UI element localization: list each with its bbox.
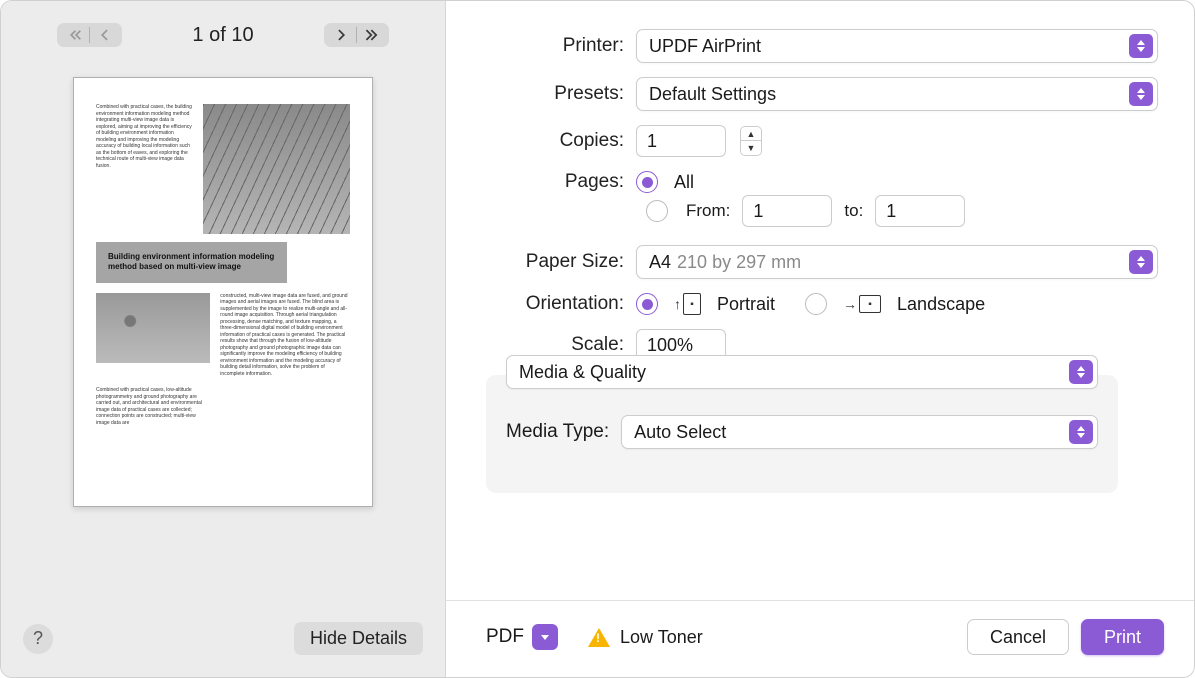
print-dialog: 1 of 10 Combined with practical cases, t… <box>0 0 1195 678</box>
dialog-footer: PDF Low Toner Cancel Print <box>446 600 1194 677</box>
landscape-icon: →▪ <box>843 295 881 313</box>
presets-select[interactable]: Default Settings <box>636 77 1158 111</box>
thumbnail-image-1 <box>203 104 350 234</box>
pages-all-label: All <box>674 172 694 193</box>
prev-page-group[interactable] <box>57 23 122 47</box>
thumbnail-title: Building environment information modelin… <box>96 242 287 283</box>
last-page-icon <box>363 28 381 42</box>
paper-size-select[interactable]: A4 210 by 297 mm <box>636 245 1158 279</box>
printer-select[interactable]: UPDF AirPrint <box>636 29 1158 63</box>
preview-panel: 1 of 10 Combined with practical cases, t… <box>1 1 446 677</box>
paper-size-dimensions: 210 by 297 mm <box>677 252 801 273</box>
hide-details-button[interactable]: Hide Details <box>294 622 423 655</box>
presets-value: Default Settings <box>649 84 776 105</box>
prev-page-icon <box>96 28 114 42</box>
copies-stepper[interactable]: ▲ ▼ <box>740 126 762 156</box>
stepper-up-icon: ▲ <box>741 127 761 141</box>
media-quality-panel: Media & Quality Media Type: Auto Select <box>486 375 1118 493</box>
pages-to-label: to: <box>844 201 863 221</box>
print-button[interactable]: Print <box>1081 619 1164 655</box>
chevron-updown-icon <box>1069 420 1093 444</box>
help-button[interactable]: ? <box>23 624 53 654</box>
pdf-menu-button[interactable]: PDF <box>486 624 558 650</box>
pages-from-input[interactable]: 1 <box>742 195 832 227</box>
scale-label: Scale: <box>446 334 636 356</box>
orientation-landscape-radio[interactable] <box>805 293 827 315</box>
paper-size-label: Paper Size: <box>446 251 636 273</box>
help-icon: ? <box>33 628 43 649</box>
preview-thumbnail-area: Combined with practical cases, the build… <box>1 57 445 604</box>
page-indicator: 1 of 10 <box>192 24 253 47</box>
status-text: Low Toner <box>620 627 703 648</box>
preview-nav: 1 of 10 <box>1 1 445 57</box>
media-type-select[interactable]: Auto Select <box>621 415 1098 449</box>
pages-range-radio[interactable] <box>646 200 668 222</box>
printer-status: Low Toner <box>588 627 703 648</box>
landscape-label: Landscape <box>897 294 985 315</box>
chevron-down-icon <box>532 624 558 650</box>
pages-label: Pages: <box>446 171 636 193</box>
first-page-icon <box>65 28 83 42</box>
next-page-group[interactable] <box>324 23 389 47</box>
warning-icon <box>588 628 610 647</box>
thumbnail-image-2 <box>96 293 210 363</box>
orientation-portrait-radio[interactable] <box>636 293 658 315</box>
printer-value: UPDF AirPrint <box>649 36 761 57</box>
paper-size-value: A4 <box>649 252 671 273</box>
chevron-updown-icon <box>1129 82 1153 106</box>
copies-value: 1 <box>647 131 657 152</box>
pages-from-label: From: <box>686 201 730 221</box>
stepper-down-icon: ▼ <box>741 141 761 155</box>
pages-all-radio[interactable] <box>636 171 658 193</box>
cancel-button[interactable]: Cancel <box>967 619 1069 655</box>
copies-input[interactable]: 1 <box>636 125 726 157</box>
printer-label: Printer: <box>446 35 636 57</box>
media-type-label: Media Type: <box>506 421 609 443</box>
portrait-label: Portrait <box>717 294 775 315</box>
section-select[interactable]: Media & Quality <box>506 355 1098 389</box>
presets-label: Presets: <box>446 83 636 105</box>
orientation-label: Orientation: <box>446 293 636 315</box>
pdf-label: PDF <box>486 626 524 648</box>
copies-label: Copies: <box>446 130 636 152</box>
pages-to-input[interactable]: 1 <box>875 195 965 227</box>
section-value: Media & Quality <box>519 362 646 383</box>
page-thumbnail[interactable]: Combined with practical cases, the build… <box>73 77 373 507</box>
next-page-icon <box>332 28 350 42</box>
chevron-updown-icon <box>1069 360 1093 384</box>
settings-panel: Printer: UPDF AirPrint Presets: Default … <box>446 1 1194 677</box>
portrait-icon: ↑▪ <box>674 293 701 315</box>
media-type-value: Auto Select <box>634 422 726 443</box>
chevron-updown-icon <box>1129 34 1153 58</box>
chevron-updown-icon <box>1129 250 1153 274</box>
